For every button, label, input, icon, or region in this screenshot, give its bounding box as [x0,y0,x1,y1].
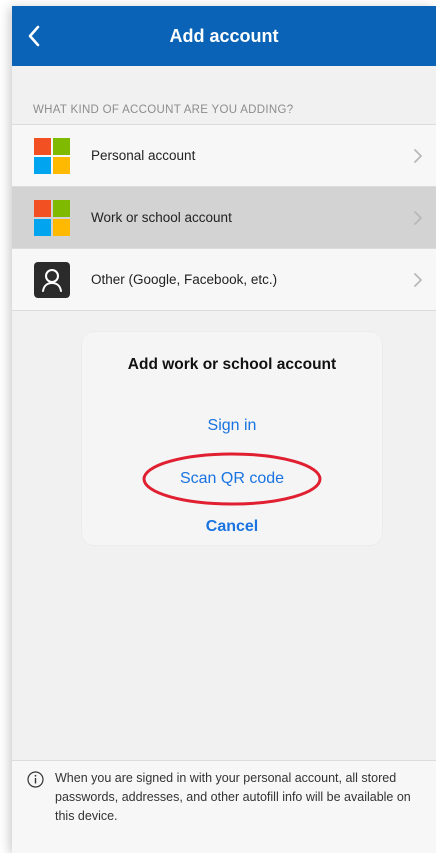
add-account-action-sheet: Add work or school account Sign in Scan … [82,332,382,545]
cancel-button[interactable]: Cancel [82,518,382,536]
info-footer: When you are signed in with your persona… [12,760,436,853]
info-icon [27,771,44,788]
footer-info-text: When you are signed in with your persona… [55,771,411,823]
sign-in-button[interactable]: Sign in [82,417,382,435]
phone-screen: Add account WHAT KIND OF ACCOUNT ARE YOU… [12,6,436,853]
dialog-title: Add work or school account [127,356,337,373]
scan-qr-code-button[interactable]: Scan QR code [82,470,382,488]
